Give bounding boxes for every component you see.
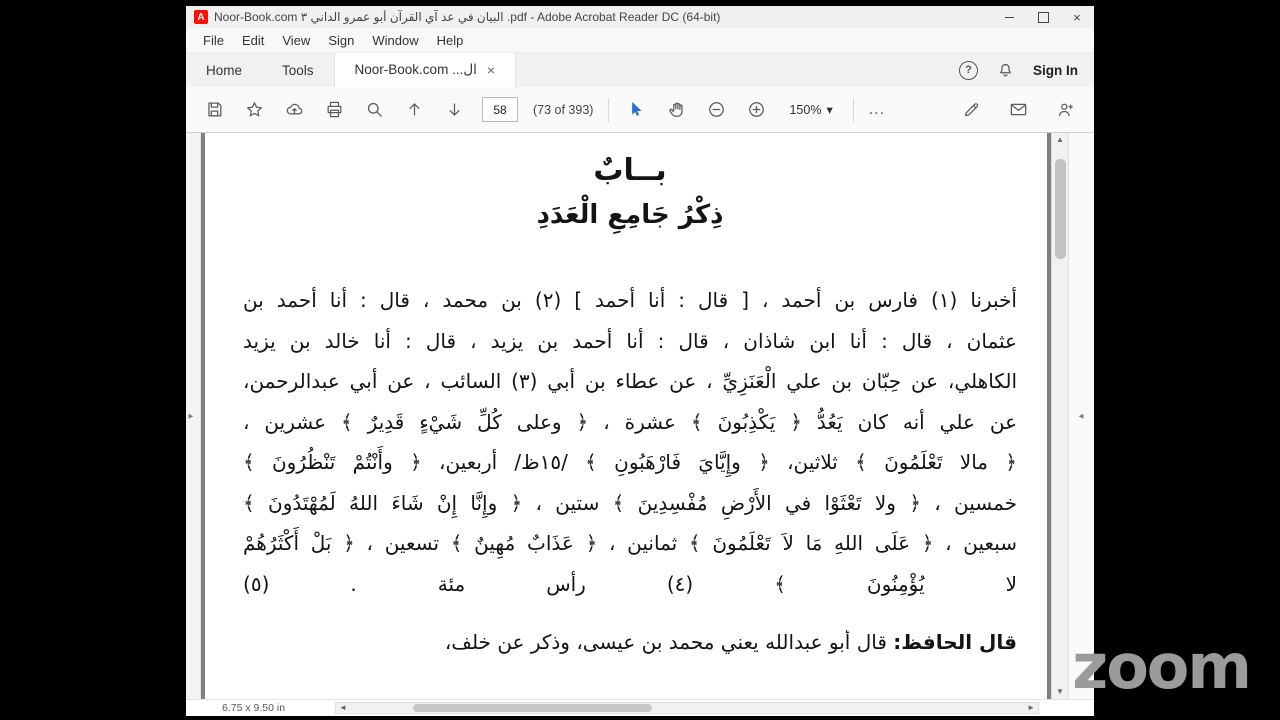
tab-tools[interactable]: Tools	[262, 53, 334, 87]
zoom-in-button[interactable]	[744, 97, 769, 122]
menu-sign[interactable]: Sign	[319, 30, 363, 51]
save-icon	[208, 102, 222, 117]
tabbar: Home Tools Noor-Book.com ...ال × ? Sign …	[186, 53, 1094, 87]
close-button[interactable]: ×	[1060, 6, 1094, 28]
next-page-button[interactable]	[442, 97, 467, 122]
acrobat-logo-icon: A	[194, 10, 208, 24]
menubar: File Edit View Sign Window Help	[186, 28, 1094, 53]
envelope-icon	[1010, 103, 1027, 116]
horizontal-scrollbar-thumb[interactable]	[413, 704, 652, 712]
toolbar-separator	[852, 97, 854, 122]
text-line: سبعين ، ﴿ عَلَى اللهِ مَا لاَ تَعْلَمُون…	[243, 531, 1017, 555]
footer-text-line: قال الحافظ: قال أبو عبدالله يعني محمد بن…	[243, 630, 1017, 654]
zoom-out-button[interactable]	[704, 97, 729, 122]
zoom-watermark: zoom	[1072, 630, 1252, 703]
document-content-area: ► بــابٌ ذِكْرُ جَامِعِ الْعَدَدِ أخبرنا…	[186, 133, 1094, 699]
footer-bold-text: قال الحافظ:	[893, 630, 1017, 654]
menu-edit[interactable]: Edit	[233, 30, 273, 51]
share-people-button[interactable]	[1053, 97, 1078, 122]
titlebar: A Noor-Book.com البيان في عد آي القرآن أ…	[186, 6, 1094, 28]
chapter-subheading: ذِكْرُ جَامِعِ الْعَدَدِ	[536, 200, 724, 230]
minus-circle-icon	[709, 102, 725, 117]
previous-page-button[interactable]	[402, 97, 427, 122]
tools-pane-collapsed: ◄	[1068, 133, 1094, 699]
star-icon	[247, 102, 262, 117]
window-controls: ×	[992, 6, 1094, 28]
vertical-scrollbar-thumb[interactable]	[1055, 159, 1066, 259]
fill-sign-button[interactable]	[959, 97, 984, 122]
text-line: عثمان ، قال : أنا ابن شاذان ، قال : أنا …	[243, 328, 1017, 353]
nav-pane-collapsed: ►	[186, 133, 201, 699]
scroll-left-icon[interactable]: ◄	[339, 703, 347, 713]
vertical-scrollbar[interactable]: ▲ ▼	[1051, 133, 1068, 699]
send-mail-button[interactable]	[1006, 97, 1031, 122]
page-size-label: 6.75 x 9.50 in	[222, 702, 286, 714]
minimize-button[interactable]	[992, 6, 1026, 28]
cloud-upload-icon	[286, 103, 303, 115]
select-tool-button[interactable]	[624, 97, 649, 122]
toolbar-right	[959, 97, 1078, 122]
tools-pane-expand-icon[interactable]: ◄	[1077, 412, 1085, 421]
toolbar: (73 of 393)	[186, 87, 1094, 133]
menu-window[interactable]: Window	[363, 30, 427, 51]
zoom-level-value: 150%	[789, 102, 822, 117]
bell-icon[interactable]	[996, 61, 1015, 80]
page-number-input[interactable]	[482, 97, 518, 122]
minimize-icon	[1004, 16, 1014, 18]
page-count-label: (73 of 393)	[533, 102, 594, 117]
menu-help[interactable]: Help	[428, 30, 473, 51]
tab-close-icon[interactable]: ×	[487, 62, 495, 78]
text-line: أخبرنا (١) فارس بن أحمد ، [ قال : أنا أح…	[243, 288, 1017, 312]
menu-file[interactable]: File	[194, 30, 233, 51]
chevron-down-icon: ▾	[826, 103, 833, 117]
zoom-tool-button[interactable]	[362, 97, 387, 122]
horizontal-scrollbar[interactable]: ◄ ►	[335, 702, 1039, 714]
print-button[interactable]	[322, 97, 347, 122]
statusbar: 6.75 x 9.50 in ◄ ►	[186, 699, 1094, 716]
star-button[interactable]	[242, 97, 267, 122]
scroll-down-icon[interactable]: ▼	[1056, 687, 1064, 697]
maximize-icon	[1037, 11, 1049, 23]
pdf-viewport[interactable]: بــابٌ ذِكْرُ جَامِعِ الْعَدَدِ أخبرنا (…	[201, 133, 1051, 699]
text-line: خمسين ، ﴿ ولا تَعْثَوْا في الأَرْضِ مُفْ…	[243, 490, 1017, 515]
menu-view[interactable]: View	[273, 30, 319, 51]
text-line: لا يُؤْمِنُونَ ﴾ (٤) رأس مئة . (٥)	[243, 571, 1017, 596]
select-cursor-icon	[632, 101, 643, 116]
arrow-down-icon	[449, 103, 460, 116]
sign-in-button[interactable]: Sign In	[1033, 63, 1078, 78]
scroll-up-icon[interactable]: ▲	[1056, 135, 1064, 145]
person-plus-icon	[1058, 103, 1073, 117]
printer-icon	[327, 101, 342, 118]
footer-rest-text: قال أبو عبدالله يعني محمد بن عيسى، وذكر …	[444, 630, 894, 654]
pen-icon	[964, 103, 979, 117]
magnifier-icon	[367, 102, 382, 117]
toolbar-separator	[608, 97, 610, 122]
tab-document-label: Noor-Book.com ...ال	[354, 62, 477, 77]
text-line: ﴿ مالا تَعْلَمُونَ ﴾ ثلاثين، ﴿ وإِيَّايَ…	[243, 450, 1017, 474]
more-tools-button[interactable]: ...	[869, 101, 885, 119]
help-icon[interactable]: ?	[959, 60, 978, 80]
tab-document[interactable]: Noor-Book.com ...ال ×	[333, 53, 517, 87]
acrobat-window: A Noor-Book.com البيان في عد آي القرآن أ…	[186, 6, 1094, 716]
hand-tool-button[interactable]	[664, 97, 689, 122]
zoom-level-dropdown[interactable]: 150% ▾	[784, 99, 837, 120]
save-button[interactable]	[202, 97, 227, 122]
window-title: Noor-Book.com البيان في عد آي القرآن أبو…	[214, 10, 721, 24]
arrow-up-icon	[409, 103, 420, 116]
scroll-right-icon[interactable]: ►	[1027, 703, 1035, 713]
plus-circle-icon	[749, 102, 765, 117]
hand-icon	[669, 102, 684, 117]
tab-home[interactable]: Home	[186, 53, 262, 87]
body-text: أخبرنا (١) فارس بن أحمد ، [ قال : أنا أح…	[243, 280, 1017, 604]
cloud-upload-button[interactable]	[282, 97, 307, 122]
nav-pane-expand-icon[interactable]: ►	[187, 412, 195, 421]
screen-background: A Noor-Book.com البيان في عد آي القرآن أ…	[0, 0, 1280, 720]
tabbar-right: ? Sign In	[959, 53, 1094, 87]
maximize-button[interactable]	[1026, 6, 1060, 28]
pdf-page: بــابٌ ذِكْرُ جَامِعِ الْعَدَدِ أخبرنا (…	[205, 133, 1047, 699]
text-line: الكاهلي، عن حِبّان بن علي الْعَنَزِيِّ ،…	[243, 369, 1017, 393]
chapter-heading: بــابٌ	[593, 153, 667, 188]
text-line: عن علي أنه كان يَعُدُّ ﴿ يَكْذِبُونَ ﴾ ع…	[243, 409, 1017, 434]
